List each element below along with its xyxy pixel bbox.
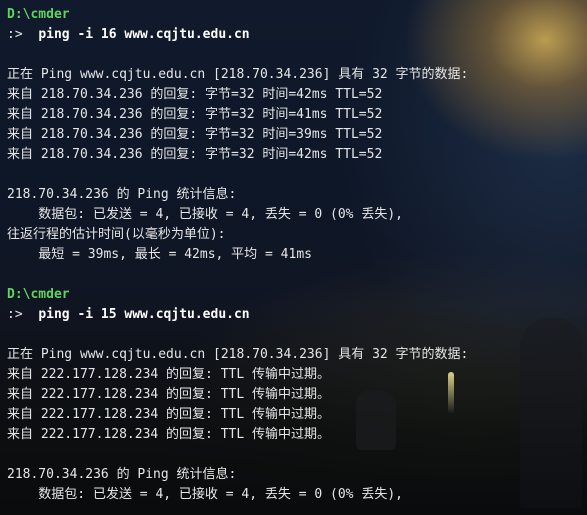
stats-packets: 数据包: 已发送 = 4, 已接收 = 4, 丢失 = 0 (0% 丢失), <box>7 207 403 222</box>
reply-line: 来自 218.70.34.236 的回复: 字节=32 时间=42ms TTL=… <box>7 87 383 102</box>
reply-line: 来自 218.70.34.236 的回复: 字节=32 时间=42ms TTL=… <box>7 147 383 162</box>
reply-line: 来自 222.177.128.234 的回复: TTL 传输中过期。 <box>7 427 331 442</box>
command-line: :> ping -i 16 www.cqjtu.edu.cn <box>7 25 583 45</box>
reply-line: 来自 222.177.128.234 的回复: TTL 传输中过期。 <box>7 407 331 422</box>
ping-header: 正在 Ping www.cqjtu.edu.cn [218.70.34.236]… <box>7 67 469 82</box>
command-text: ping -i 15 www.cqjtu.edu.cn <box>38 307 250 322</box>
rtt-title: 往返行程的估计时间(以毫秒为单位): <box>7 227 226 242</box>
command-line: :> ping -i 15 www.cqjtu.edu.cn <box>7 305 583 325</box>
prompt-path: D:\cmder <box>7 7 70 22</box>
prompt-symbol: :> <box>7 27 23 42</box>
prompt-symbol: :> <box>7 307 23 322</box>
reply-line: 来自 218.70.34.236 的回复: 字节=32 时间=41ms TTL=… <box>7 107 383 122</box>
rtt-values: 最短 = 39ms, 最长 = 42ms, 平均 = 41ms <box>7 247 312 262</box>
reply-line: 来自 222.177.128.234 的回复: TTL 传输中过期。 <box>7 387 331 402</box>
prompt-line: D:\cmder <box>7 285 583 305</box>
reply-line: 来自 218.70.34.236 的回复: 字节=32 时间=39ms TTL=… <box>7 127 383 142</box>
terminal-output[interactable]: D:\cmder :> ping -i 16 www.cqjtu.edu.cn … <box>7 5 583 515</box>
prompt-path: D:\cmder <box>7 287 70 302</box>
reply-line: 来自 222.177.128.234 的回复: TTL 传输中过期。 <box>7 367 331 382</box>
ping-header: 正在 Ping www.cqjtu.edu.cn [218.70.34.236]… <box>7 347 469 362</box>
command-text: ping -i 16 www.cqjtu.edu.cn <box>38 27 250 42</box>
stats-title: 218.70.34.236 的 Ping 统计信息: <box>7 187 237 202</box>
stats-packets: 数据包: 已发送 = 4, 已接收 = 4, 丢失 = 0 (0% 丢失), <box>7 487 403 502</box>
prompt-line: D:\cmder <box>7 5 583 25</box>
stats-title: 218.70.34.236 的 Ping 统计信息: <box>7 467 237 482</box>
